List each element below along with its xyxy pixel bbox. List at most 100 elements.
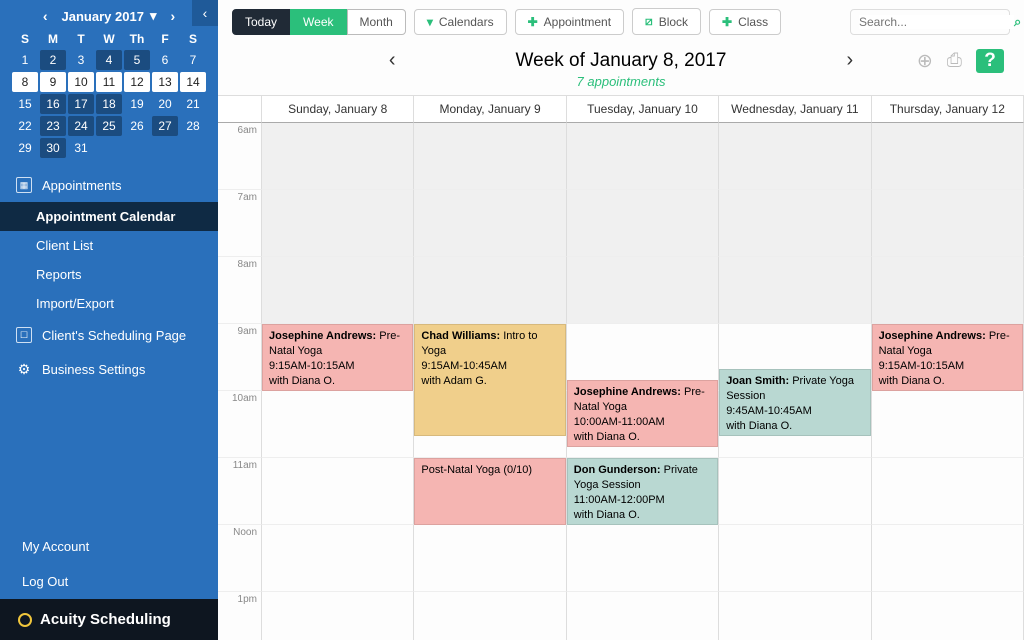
hour-cell[interactable]: [719, 525, 871, 592]
hour-cell[interactable]: [414, 592, 566, 640]
mini-cal-day[interactable]: 19: [124, 94, 150, 114]
hour-cell[interactable]: [872, 391, 1024, 458]
plus-icon: ✚: [528, 15, 538, 29]
nav-business-settings[interactable]: ⚙ Business Settings: [0, 352, 218, 386]
new-class-button[interactable]: ✚Class: [709, 9, 781, 35]
calendar-event[interactable]: Josephine Andrews: Pre-Natal Yoga9:15AM-…: [262, 324, 413, 391]
hour-cell[interactable]: [719, 123, 871, 190]
search-input[interactable]: [859, 15, 1014, 29]
hour-cell[interactable]: [262, 190, 414, 257]
hour-cell[interactable]: [262, 592, 414, 640]
calendar-event[interactable]: Chad Williams: Intro to Yoga9:15AM-10:45…: [414, 324, 565, 436]
hour-cell[interactable]: [567, 123, 719, 190]
hour-cell[interactable]: [872, 592, 1024, 640]
nav-clients-scheduling-page[interactable]: ☐ Client's Scheduling Page: [0, 318, 218, 352]
nav-sub-item[interactable]: Appointment Calendar: [0, 202, 218, 231]
log-out-link[interactable]: Log Out: [0, 564, 218, 599]
mini-cal-day[interactable]: 2: [40, 50, 66, 70]
mini-cal-day[interactable]: 29: [12, 138, 38, 158]
mini-cal-day[interactable]: 8: [12, 72, 38, 92]
hour-cell[interactable]: [719, 458, 871, 525]
day-column-header: Sunday, January 8: [262, 96, 414, 123]
mini-cal-day[interactable]: 22: [12, 116, 38, 136]
mini-cal-day[interactable]: 24: [68, 116, 94, 136]
hour-cell[interactable]: [262, 257, 414, 324]
mini-cal-day[interactable]: 27: [152, 116, 178, 136]
calendar-event[interactable]: Josephine Andrews: Pre-Natal Yoga10:00AM…: [567, 380, 718, 447]
mini-cal-day[interactable]: 6: [152, 50, 178, 70]
collapse-sidebar-button[interactable]: ‹: [192, 0, 218, 26]
hour-cell[interactable]: [719, 190, 871, 257]
hour-cell[interactable]: [414, 123, 566, 190]
new-appointment-button[interactable]: ✚Appointment: [515, 9, 624, 35]
hour-cell[interactable]: [414, 525, 566, 592]
new-block-button[interactable]: ⧄Block: [632, 8, 701, 35]
hour-cell[interactable]: [872, 123, 1024, 190]
hour-label: 8am: [218, 257, 262, 324]
hour-cell[interactable]: [567, 190, 719, 257]
mini-cal-day[interactable]: 18: [96, 94, 122, 114]
nav-sub-item[interactable]: Reports: [0, 260, 218, 289]
hour-cell[interactable]: [719, 592, 871, 640]
day-column-header: Wednesday, January 11: [719, 96, 871, 123]
month-button[interactable]: Month: [347, 9, 406, 35]
hour-cell[interactable]: [262, 458, 414, 525]
hour-cell[interactable]: [567, 592, 719, 640]
nav-sub-item[interactable]: Import/Export: [0, 289, 218, 318]
calendar-event[interactable]: Josephine Andrews: Pre-Natal Yoga9:15AM-…: [872, 324, 1023, 391]
mini-cal-day[interactable]: 11: [96, 72, 122, 92]
mini-cal-day[interactable]: 30: [40, 138, 66, 158]
hour-cell[interactable]: [262, 391, 414, 458]
mini-cal-day[interactable]: 12: [124, 72, 150, 92]
mini-cal-day[interactable]: 25: [96, 116, 122, 136]
help-button[interactable]: ?: [976, 49, 1004, 73]
mini-cal-day[interactable]: 26: [124, 116, 150, 136]
search-box[interactable]: ⌕: [850, 9, 1010, 35]
calendars-filter-button[interactable]: ▾Calendars: [414, 9, 507, 35]
next-month-icon[interactable]: ›: [170, 8, 175, 24]
hour-cell[interactable]: [262, 123, 414, 190]
mini-cal-day[interactable]: 1: [12, 50, 38, 70]
mini-cal-day[interactable]: 28: [180, 116, 206, 136]
hour-cell[interactable]: [872, 458, 1024, 525]
mini-cal-day[interactable]: 10: [68, 72, 94, 92]
hour-cell[interactable]: [262, 525, 414, 592]
mini-cal-day[interactable]: 7: [180, 50, 206, 70]
calendar-event[interactable]: Joan Smith: Private Yoga Session9:45AM-1…: [719, 369, 870, 436]
mini-cal-day[interactable]: 15: [12, 94, 38, 114]
zoom-icon[interactable]: ⊕: [917, 50, 933, 73]
mini-cal-day[interactable]: 16: [40, 94, 66, 114]
prev-week-button[interactable]: ‹: [389, 49, 396, 72]
hour-cell[interactable]: [872, 525, 1024, 592]
day-column-header: Tuesday, January 10: [567, 96, 719, 123]
mini-cal-day[interactable]: 17: [68, 94, 94, 114]
today-button[interactable]: Today: [232, 9, 290, 35]
next-week-button[interactable]: ›: [846, 49, 853, 72]
hour-cell[interactable]: [414, 257, 566, 324]
mini-cal-day[interactable]: 23: [40, 116, 66, 136]
print-icon[interactable]: ⎙: [947, 50, 962, 72]
mini-cal-day[interactable]: 14: [180, 72, 206, 92]
mini-cal-day[interactable]: 4: [96, 50, 122, 70]
week-button[interactable]: Week: [290, 9, 346, 35]
hour-cell[interactable]: [414, 190, 566, 257]
mini-cal-day[interactable]: 3: [68, 50, 94, 70]
mini-cal-day[interactable]: 13: [152, 72, 178, 92]
month-picker[interactable]: January 2017 ▾: [62, 8, 157, 24]
nav-appointments[interactable]: ▦ Appointments: [0, 168, 218, 202]
mini-cal-day[interactable]: 20: [152, 94, 178, 114]
hour-cell[interactable]: [567, 525, 719, 592]
mini-cal-day[interactable]: 9: [40, 72, 66, 92]
calendar-event[interactable]: Post-Natal Yoga (0/10): [414, 458, 565, 525]
mini-cal-day[interactable]: 21: [180, 94, 206, 114]
hour-cell[interactable]: [872, 190, 1024, 257]
nav-sub-item[interactable]: Client List: [0, 231, 218, 260]
my-account-link[interactable]: My Account: [0, 529, 218, 564]
hour-cell[interactable]: [567, 257, 719, 324]
hour-cell[interactable]: [872, 257, 1024, 324]
mini-cal-day[interactable]: 5: [124, 50, 150, 70]
mini-cal-day[interactable]: 31: [68, 138, 94, 158]
prev-month-icon[interactable]: ‹: [43, 8, 48, 24]
hour-cell[interactable]: [719, 257, 871, 324]
calendar-event[interactable]: Don Gunderson: Private Yoga Session11:00…: [567, 458, 718, 525]
